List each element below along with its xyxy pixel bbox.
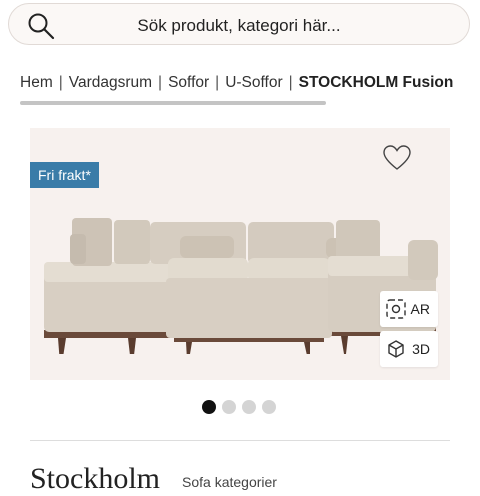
breadcrumb-item-u-soffor[interactable]: U-Soffor [225,74,282,91]
breadcrumb-item-home[interactable]: Hem [20,74,53,91]
slide-dot-1[interactable] [202,400,216,414]
breadcrumb-item-soffor[interactable]: Soffor [168,74,209,91]
ar-view-button[interactable]: AR [380,291,438,327]
breadcrumb-separator: | [288,74,293,91]
breadcrumb-item-current: STOCKHOLM Fusion [298,74,454,91]
product-subtitle: Sofa kategorier [182,474,277,490]
breadcrumb-separator: | [158,74,163,91]
slide-dot-3[interactable] [242,400,256,414]
search-input[interactable]: Sök produkt, kategori här... [9,16,469,36]
product-image-gallery[interactable]: Fri frakt* AR 3D [30,128,450,380]
slide-dot-2[interactable] [222,400,236,414]
search-bar[interactable]: Sök produkt, kategori här... [8,3,470,45]
breadcrumb-separator: | [58,74,63,91]
view-3d-button[interactable]: 3D [380,331,438,367]
breadcrumb: Hem | Vardagsrum | Soffor | U-Soffor | STOCKHOLM… [20,74,460,96]
product-title: Stockholm [30,462,161,495]
ar-label: AR [410,301,430,317]
ar-icon [386,299,406,319]
cube-3d-icon [388,340,404,358]
free-shipping-badge: Fri frakt* [30,162,99,188]
slide-dot-4[interactable] [262,400,276,414]
breadcrumb-separator: | [215,74,220,91]
slide-indicator [202,400,282,414]
heart-icon[interactable] [382,144,412,172]
breadcrumb-scrollbar[interactable] [20,101,326,105]
top-bar: Sök produkt, kategori här... [0,0,480,60]
view-3d-label: 3D [412,341,430,357]
breadcrumb-item-vardagsrum[interactable]: Vardagsrum [69,74,152,91]
section-divider [30,440,450,441]
